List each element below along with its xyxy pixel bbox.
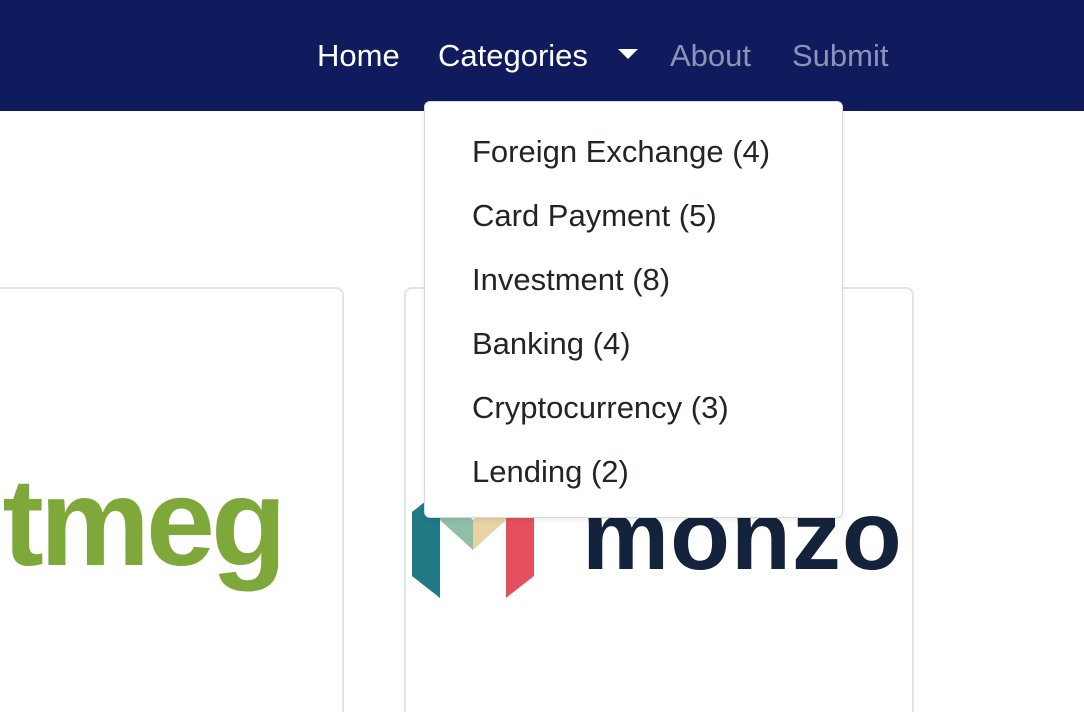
dropdown-item-foreign-exchange[interactable]: Foreign Exchange (4) — [472, 132, 770, 172]
nav-submit-link[interactable]: Submit — [792, 36, 888, 76]
nav-about-link[interactable]: About — [670, 36, 751, 76]
chevron-down-icon[interactable] — [618, 49, 638, 59]
categories-dropdown-menu: Foreign Exchange (4) Card Payment (5) In… — [424, 101, 843, 518]
top-navbar: Home Categories About Submit — [0, 0, 1084, 111]
dropdown-item-lending[interactable]: Lending (2) — [472, 452, 629, 492]
nav-categories-dropdown-toggle[interactable]: Categories — [438, 36, 588, 76]
nutmeg-logo[interactable]: ıtmeg — [0, 448, 287, 598]
dropdown-item-banking[interactable]: Banking (4) — [472, 324, 631, 364]
nav-home-link[interactable]: Home — [317, 36, 400, 76]
dropdown-item-cryptocurrency[interactable]: Cryptocurrency (3) — [472, 388, 729, 428]
page: Home Categories About Submit ıtmeg monzo… — [0, 0, 1084, 712]
dropdown-item-card-payment[interactable]: Card Payment (5) — [472, 196, 717, 236]
dropdown-item-investment[interactable]: Investment (8) — [472, 260, 670, 300]
